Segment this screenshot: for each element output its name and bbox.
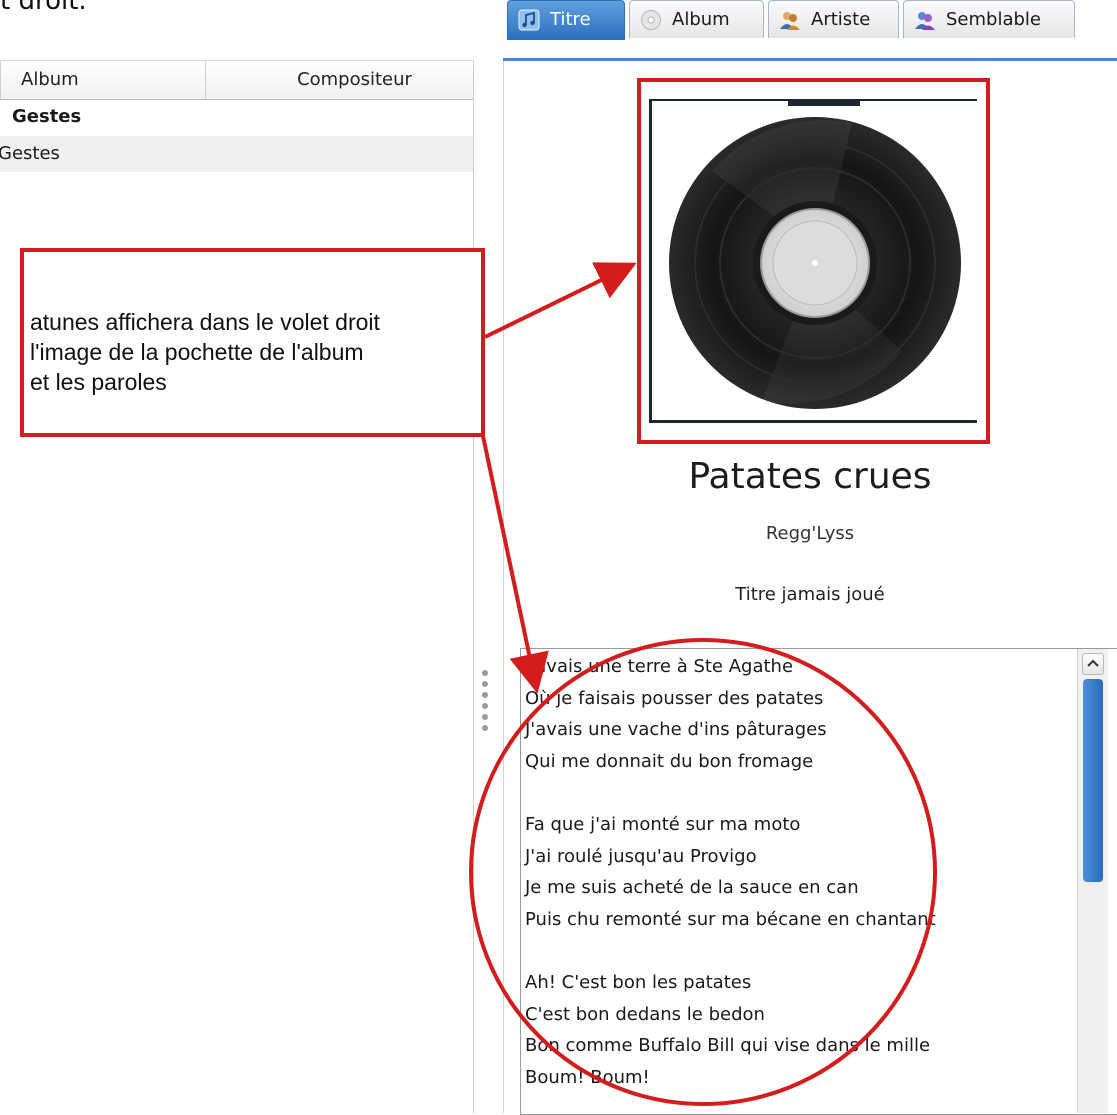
album-cover[interactable]: [649, 99, 977, 423]
table-row[interactable]: Gestes: [0, 136, 473, 172]
pane-splitter-handle[interactable]: [482, 670, 490, 736]
annotation-callout-box: atunes affichera dans le volet droit l'i…: [20, 248, 485, 437]
scroll-up-button[interactable]: [1082, 653, 1104, 675]
album-cell: Gestes: [0, 143, 60, 164]
tab-underline: [503, 58, 1117, 61]
tab-label: Semblable: [946, 9, 1041, 30]
tab-label: Titre: [550, 9, 591, 30]
scrollbar-thumb[interactable]: [1083, 679, 1103, 882]
lyrics-text: J'avais une terre à Ste Agathe Où je fai…: [525, 656, 936, 1088]
similar-users-icon: [915, 12, 935, 30]
chevron-up-icon: [1087, 659, 1099, 667]
tab-album[interactable]: Album: [629, 0, 764, 38]
play-status-text: Titre jamais joué: [735, 584, 885, 605]
tab-label: Artiste: [811, 9, 871, 30]
music-note-icon: [518, 9, 540, 31]
track-artist[interactable]: Regg'Lyss: [503, 523, 1117, 544]
track-list-pane: Album Compositeur Gestes Gestes: [0, 60, 474, 1113]
annotation-callout-text: atunes affichera dans le volet droit l'i…: [30, 309, 380, 395]
album-art-highlight: [637, 78, 990, 444]
lyrics-panel[interactable]: J'avais une terre à Ste Agathe Où je fai…: [520, 648, 1117, 1115]
column-header-composer[interactable]: Compositeur: [205, 61, 473, 99]
artist-icon: [780, 12, 800, 30]
tab-semblable[interactable]: Semblable: [903, 0, 1075, 38]
column-header-bar: Album Compositeur: [0, 60, 473, 100]
album-group-label: Gestes: [12, 106, 82, 127]
tab-label: Album: [672, 9, 730, 30]
disc-icon: [641, 10, 661, 30]
vinyl-record-icon: [652, 101, 975, 420]
lyrics-scrollbar[interactable]: [1077, 649, 1108, 1113]
tab-artiste[interactable]: Artiste: [768, 0, 899, 38]
column-header-album[interactable]: Album: [0, 61, 205, 99]
page-fragment-text: t droit.: [0, 0, 87, 16]
track-title: Patates crues: [688, 456, 932, 497]
table-row-group-header[interactable]: Gestes: [12, 99, 485, 135]
tab-titre[interactable]: Titre: [507, 0, 625, 40]
